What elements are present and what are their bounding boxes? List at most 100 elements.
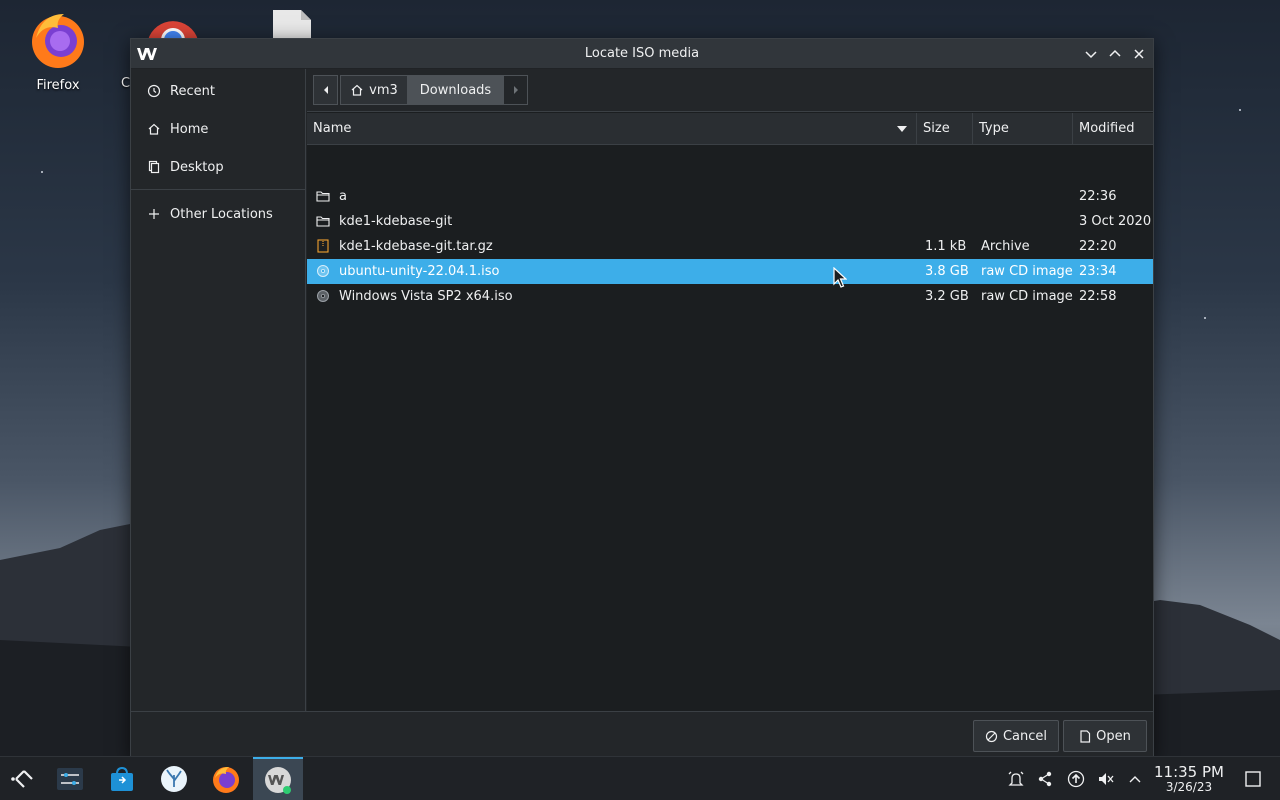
file-row-selected[interactable]: ubuntu-unity-22.04.1.iso 3.8 GB raw CD i…	[307, 259, 1153, 284]
taskbar: 11:35 PM 3/26/23	[0, 756, 1280, 800]
sidebar-item-label: Other Locations	[170, 206, 273, 222]
disc-icon	[317, 290, 329, 302]
file-modified: 22:58	[1079, 289, 1117, 304]
firefox-icon	[213, 767, 239, 793]
mouse-cursor-icon	[833, 267, 847, 288]
file-row[interactable]: kde1-kdebase-git.tar.gz 1.1 kB Archive 2…	[307, 234, 1153, 259]
path-crumb-home[interactable]: vm3	[340, 75, 408, 105]
open-button[interactable]: Open	[1063, 720, 1147, 752]
notifications-icon[interactable]	[1006, 769, 1026, 789]
sort-descending-icon	[897, 126, 907, 132]
file-modified: 23:34	[1079, 264, 1117, 279]
path-back-button[interactable]	[313, 75, 338, 105]
virt-manager-icon	[265, 767, 291, 794]
firefox-icon	[32, 14, 84, 68]
plus-icon	[146, 206, 162, 222]
file-row[interactable]: kde1-kdebase-git 3 Oct 2020	[307, 209, 1153, 234]
path-crumb-downloads[interactable]: Downloads	[408, 75, 503, 105]
open-button-label: Open	[1096, 728, 1131, 744]
path-forward-button[interactable]	[503, 75, 528, 105]
close-icon[interactable]	[1130, 45, 1148, 63]
app-launcher-icon	[11, 770, 33, 788]
column-header-label: Size	[923, 121, 950, 136]
disc-icon	[317, 265, 329, 277]
cancel-icon	[985, 730, 998, 743]
column-header-type[interactable]: Type	[973, 113, 1073, 145]
volume-muted-icon[interactable]	[1096, 769, 1116, 789]
file-size: 3.8 GB	[925, 264, 969, 279]
task-virt-manager[interactable]	[253, 757, 303, 800]
desktop-icon-label: Firefox	[36, 78, 80, 93]
task-system-settings[interactable]	[48, 757, 92, 800]
settings-sliders-icon	[57, 768, 83, 790]
file-name: kde1-kdebase-git	[339, 214, 453, 229]
file-size: 3.2 GB	[925, 289, 969, 304]
sidebar-item-desktop[interactable]: Desktop	[131, 148, 306, 186]
desktop-icon	[146, 159, 162, 175]
chevron-up-icon[interactable]	[1125, 769, 1145, 789]
file-name: kde1-kdebase-git.tar.gz	[339, 239, 493, 254]
sidebar-item-home[interactable]: Home	[131, 110, 306, 148]
minimize-chevron-down-icon[interactable]	[1082, 45, 1100, 63]
application-launcher-button[interactable]	[0, 757, 44, 800]
file-row[interactable]: Windows Vista SP2 x64.iso 3.2 GB raw CD …	[307, 284, 1153, 309]
sidebar-item-recent[interactable]: Recent	[131, 72, 306, 110]
file-name: ubuntu-unity-22.04.1.iso	[339, 264, 500, 279]
dialog-footer: Cancel Open	[131, 711, 1153, 757]
file-name: a	[339, 189, 347, 204]
path-crumb-label: Downloads	[419, 82, 492, 98]
sidebar-item-label: Desktop	[170, 159, 224, 175]
desktop-icon-firefox[interactable]: Firefox	[20, 8, 96, 93]
task-coral[interactable]	[152, 757, 196, 800]
places-sidebar: Recent Home Desktop Other Locations	[131, 69, 306, 711]
sidebar-item-label: Recent	[170, 83, 215, 99]
sidebar-item-label: Home	[170, 121, 209, 137]
file-size: 1.1 kB	[925, 239, 967, 254]
clock-icon	[146, 83, 162, 99]
column-header-label: Name	[313, 121, 352, 136]
maximize-chevron-up-icon[interactable]	[1106, 45, 1124, 63]
window-title: Locate ISO media	[584, 46, 700, 61]
cancel-button[interactable]: Cancel	[973, 720, 1059, 752]
archive-icon	[317, 239, 329, 253]
file-browser: vm3 Downloads Name Size Type Modified a …	[307, 69, 1153, 711]
file-name: Windows Vista SP2 x64.iso	[339, 289, 513, 304]
file-type: raw CD image	[981, 264, 1073, 279]
home-icon	[146, 121, 162, 137]
folder-icon	[316, 191, 330, 202]
file-type: raw CD image	[981, 289, 1073, 304]
file-type: Archive	[981, 239, 1030, 254]
kde-connect-icon[interactable]	[1035, 769, 1055, 789]
path-crumb-label: vm3	[369, 82, 398, 98]
sidebar-divider	[131, 189, 306, 190]
column-header: Name Size Type Modified	[307, 113, 1153, 145]
task-discover[interactable]	[100, 757, 144, 800]
cancel-button-label: Cancel	[1002, 728, 1048, 744]
chevron-left-icon	[323, 86, 328, 94]
desktop-icon-label: C	[121, 76, 131, 91]
updates-icon[interactable]	[1066, 769, 1086, 789]
digital-clock[interactable]: 11:35 PM 3/26/23	[1150, 763, 1228, 794]
file-modified: 3 Oct 2020	[1079, 214, 1152, 229]
title-bar[interactable]: Locate ISO media	[131, 39, 1153, 69]
task-firefox[interactable]	[204, 757, 248, 800]
column-header-size[interactable]: Size	[917, 113, 973, 145]
coral-app-icon	[161, 766, 187, 792]
sidebar-item-other-locations[interactable]: Other Locations	[131, 195, 306, 233]
path-bar: vm3 Downloads	[307, 69, 1153, 112]
chevron-right-icon	[513, 86, 518, 94]
column-header-label: Modified	[1079, 121, 1135, 136]
document-icon	[273, 10, 311, 40]
file-chooser-dialog: Locate ISO media Recent Home Desktop Oth…	[130, 38, 1154, 758]
folder-icon	[316, 216, 330, 227]
column-header-modified[interactable]: Modified	[1073, 113, 1153, 145]
file-row[interactable]: a 22:36	[307, 184, 1153, 209]
column-header-name[interactable]: Name	[307, 113, 917, 145]
show-desktop-icon[interactable]	[1243, 769, 1263, 789]
shopping-bag-icon	[111, 766, 133, 791]
document-open-icon	[1079, 729, 1091, 743]
clock-time: 11:35 PM	[1154, 763, 1224, 781]
clock-date: 3/26/23	[1165, 780, 1213, 794]
file-modified: 22:20	[1079, 239, 1117, 254]
file-modified: 22:36	[1079, 189, 1117, 204]
